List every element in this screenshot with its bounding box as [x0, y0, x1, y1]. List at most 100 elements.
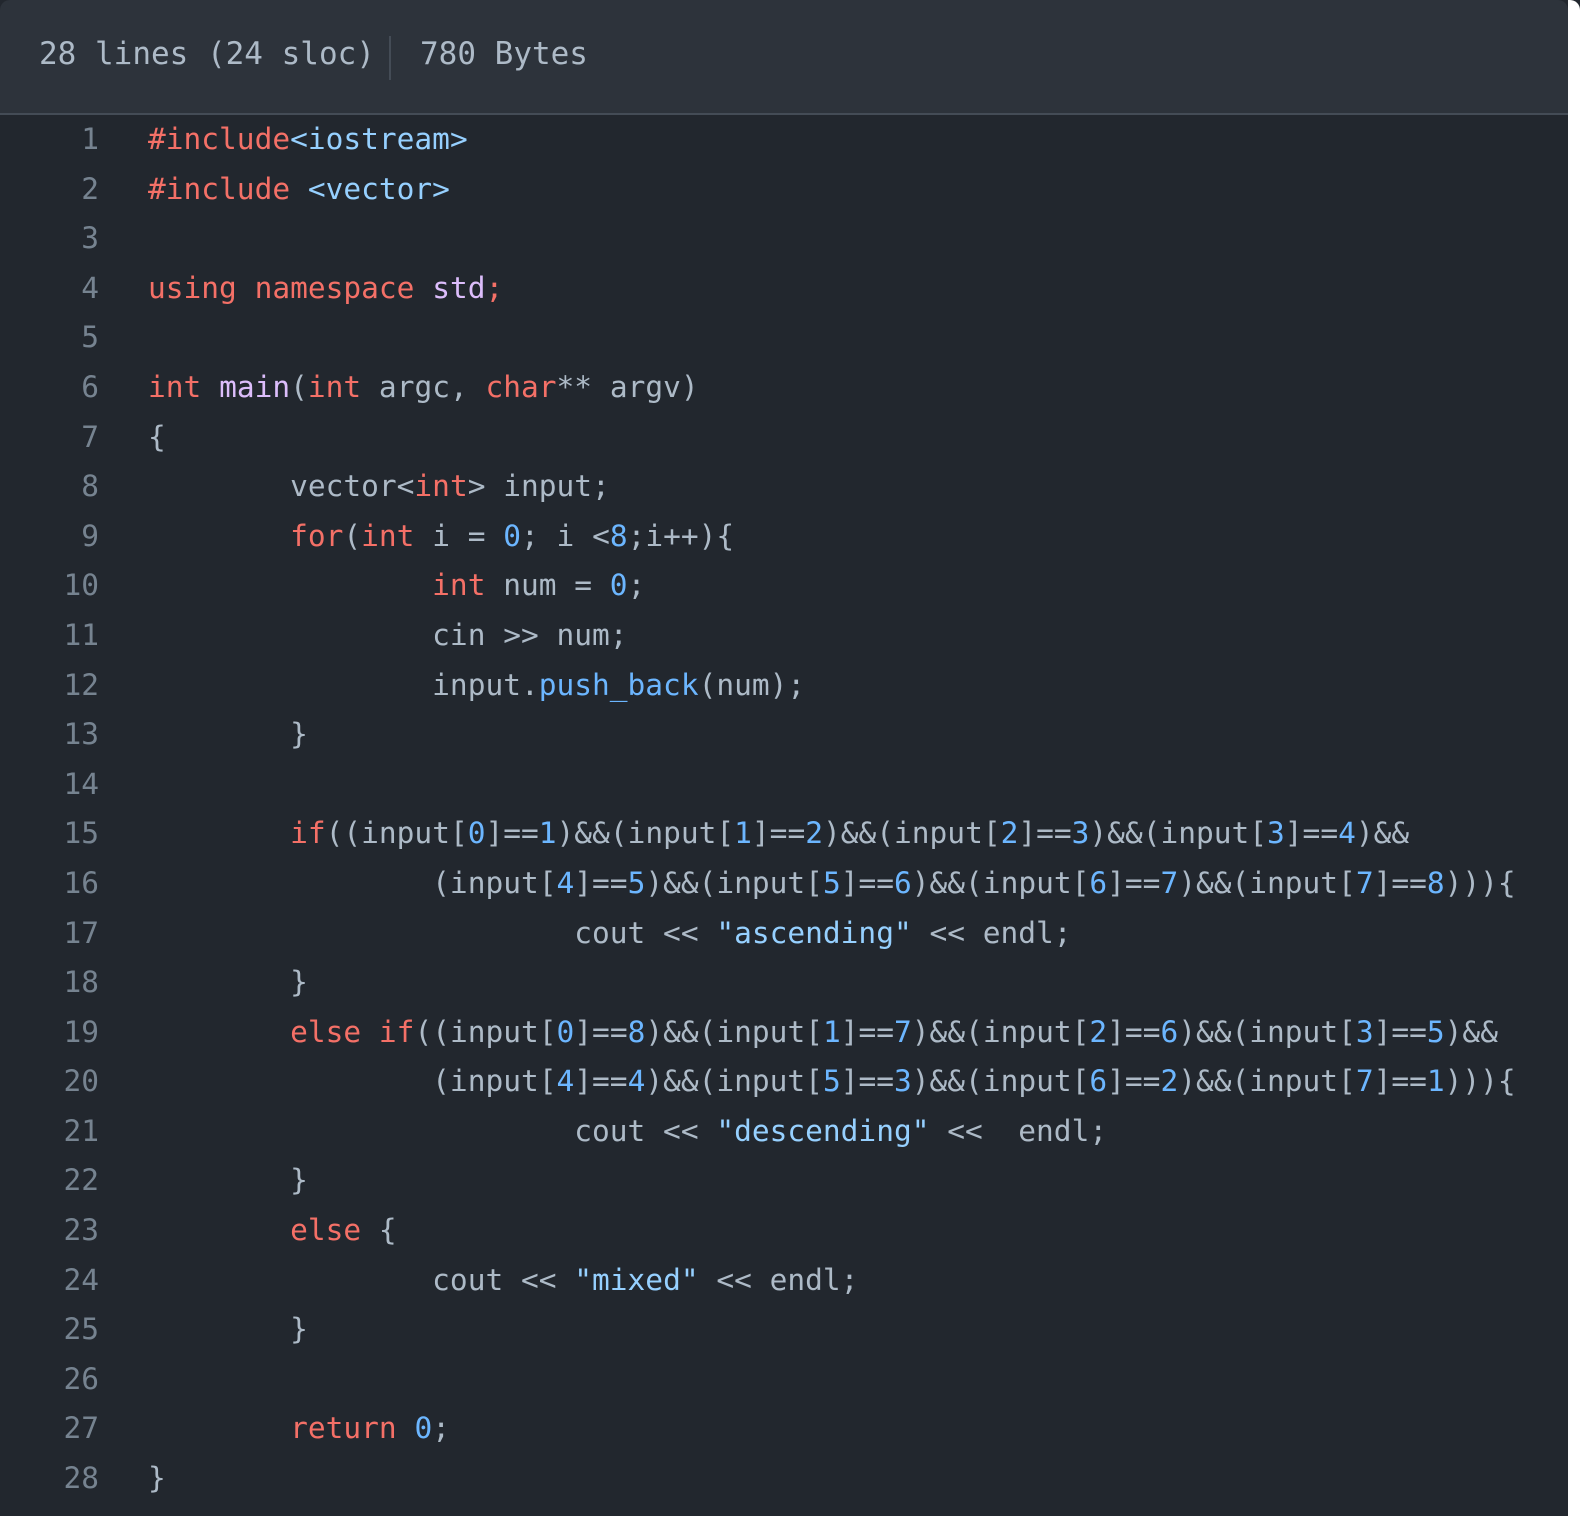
code-token: <vector> — [307, 171, 450, 206]
code-token: vector< — [148, 469, 415, 504]
line-content: vector<int> input; — [148, 469, 610, 503]
line-number[interactable]: 15 — [0, 816, 99, 850]
line-number[interactable]: 22 — [0, 1163, 99, 1197]
line-number[interactable]: 5 — [0, 320, 99, 354]
code-token: std — [432, 270, 486, 305]
line-content: else { — [148, 1213, 397, 1247]
code-token: if — [290, 816, 326, 851]
line-number[interactable]: 13 — [0, 717, 99, 751]
code-token: } — [148, 717, 308, 752]
code-line: 12 input.push_back(num); — [0, 661, 1568, 711]
code-token: ** argv) — [556, 369, 699, 404]
code-token: ]== — [1018, 816, 1072, 851]
code-token: } — [148, 965, 308, 1000]
code-line: 27 return 0; — [0, 1404, 1568, 1454]
line-number[interactable]: 3 — [0, 221, 99, 255]
line-content: cin >> num; — [148, 618, 627, 652]
code-token: ( — [290, 369, 308, 404]
code-token: ;i++){ — [627, 518, 735, 553]
line-number[interactable]: 11 — [0, 618, 99, 652]
code-token: ]== — [1373, 865, 1427, 900]
code-token: "descending" — [716, 1113, 930, 1148]
line-number[interactable]: 4 — [0, 271, 99, 305]
line-content: int main(int argc, char** argv) — [148, 370, 699, 404]
line-number[interactable]: 2 — [0, 172, 99, 206]
code-token: )&&(input[ — [911, 1014, 1090, 1049]
code-token: )&&(input[ — [911, 865, 1090, 900]
code-token: << endl; — [911, 915, 1072, 950]
code-token: )&& — [1355, 816, 1410, 851]
code-token: 0 — [609, 568, 628, 603]
code-token: #include — [148, 171, 291, 206]
code-token: 6 — [1089, 1064, 1108, 1099]
code-token: << endl; — [698, 1262, 859, 1297]
code-token: (input[ — [148, 1064, 557, 1099]
line-number[interactable]: 8 — [0, 469, 99, 503]
code-token: 7 — [894, 1014, 912, 1049]
code-line: 4 using namespace std; — [0, 264, 1568, 314]
line-number[interactable]: 26 — [0, 1362, 99, 1396]
code-token: ]== — [840, 1064, 894, 1099]
code-token: 1 — [734, 816, 752, 851]
line-content: using namespace std; — [148, 271, 503, 305]
code-token: ]== — [574, 1014, 628, 1049]
code-token: 1 — [822, 1014, 841, 1049]
line-number[interactable]: 12 — [0, 668, 99, 702]
line-number[interactable]: 6 — [0, 370, 99, 404]
line-number[interactable]: 20 — [0, 1064, 99, 1098]
code-token: { — [361, 1213, 397, 1248]
code-token: input. — [148, 667, 539, 702]
line-number[interactable]: 24 — [0, 1263, 99, 1297]
line-number[interactable]: 16 — [0, 866, 99, 900]
line-number[interactable]: 21 — [0, 1114, 99, 1148]
code-token: 5 — [822, 1064, 841, 1099]
code-token: ; i < — [521, 518, 610, 553]
line-content: } — [148, 1163, 308, 1197]
code-token: ( — [343, 518, 362, 553]
line-content: { — [148, 420, 166, 454]
code-token: 0 — [503, 518, 522, 553]
line-number[interactable]: 18 — [0, 965, 99, 999]
code-line: 19 else if((input[0]==8)&&(input[1]==7)&… — [0, 1008, 1568, 1058]
code-token: 4 — [1338, 816, 1356, 851]
code-token: ]== — [1373, 1064, 1427, 1099]
line-number[interactable]: 27 — [0, 1411, 99, 1445]
code-token: ]== — [840, 865, 894, 900]
line-number[interactable]: 25 — [0, 1312, 99, 1346]
code-token: 0 — [556, 1014, 575, 1049]
line-number[interactable]: 9 — [0, 519, 99, 553]
line-number[interactable]: 10 — [0, 568, 99, 602]
line-content: cout << "ascending" << endl; — [148, 915, 1072, 950]
code-token: 7 — [1355, 865, 1374, 900]
code-token: 1 — [538, 816, 557, 851]
line-number[interactable]: 23 — [0, 1213, 99, 1247]
line-number[interactable]: 28 — [0, 1461, 99, 1495]
code-line: 11 cin >> num; — [0, 611, 1568, 661]
line-number[interactable]: 1 — [0, 122, 99, 156]
line-number[interactable]: 17 — [0, 916, 99, 950]
code-token: ((input[ — [414, 1014, 557, 1049]
line-content: input.push_back(num); — [148, 668, 805, 702]
line-number[interactable]: 7 — [0, 420, 99, 454]
code-line: 14 — [0, 760, 1568, 810]
code-token: ]== — [1107, 1014, 1161, 1049]
code-line: 22 } — [0, 1156, 1568, 1206]
line-number[interactable]: 14 — [0, 767, 99, 801]
code-token: 3 — [1355, 1014, 1374, 1049]
line-number[interactable]: 19 — [0, 1015, 99, 1049]
line-content: #include <vector> — [148, 172, 450, 206]
line-content: #include<iostream> — [148, 122, 468, 156]
code-token: 4 — [627, 1064, 646, 1099]
code-line: 18 } — [0, 958, 1568, 1008]
code-block[interactable]: 1 #include<iostream> 2 #include <vector> 3 4 u… — [0, 115, 1568, 1504]
line-content: if((input[0]==1)&&(input[1]==2)&&(input[… — [148, 816, 1409, 850]
file-info-header: 28 lines (24 sloc) 780 Bytes — [0, 0, 1568, 115]
line-content: (input[4]==4)&&(input[5]==3)&&(input[6]=… — [148, 1064, 1516, 1098]
code-token: } — [148, 1312, 308, 1347]
code-token: )&&(input[ — [911, 1064, 1090, 1099]
